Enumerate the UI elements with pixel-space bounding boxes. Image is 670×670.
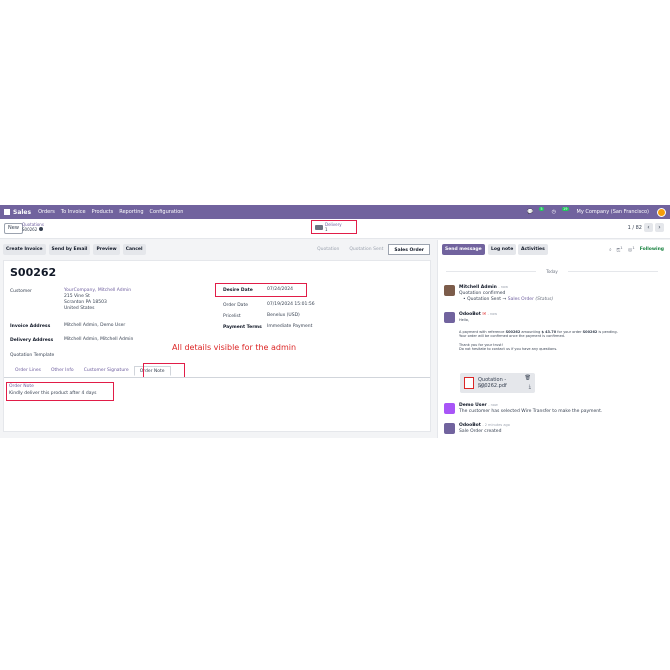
email-icon: ✉: [482, 312, 487, 317]
menu-to-invoice[interactable]: To Invoice: [61, 209, 86, 215]
message-text: The customer has selected Wire Transfer …: [459, 409, 603, 414]
customer-label: Customer: [10, 289, 32, 294]
app-name[interactable]: Sales: [13, 209, 31, 216]
stage-quotation[interactable]: Quotation: [312, 244, 344, 255]
cancel-button[interactable]: Cancel: [122, 244, 146, 255]
payment-terms-field[interactable]: Immediate Payment: [267, 324, 312, 330]
chat-icon[interactable]: 💬: [527, 209, 533, 215]
pricelist-field[interactable]: Benelux (USD): [267, 313, 300, 319]
avatar[interactable]: [444, 285, 455, 296]
stage-quotation-sent[interactable]: Quotation Sent: [344, 244, 388, 255]
breadcrumb: Quotations S00262: [22, 222, 44, 232]
menu-configuration[interactable]: Configuration: [150, 209, 184, 215]
order-date-field[interactable]: 07/19/2024 15:01:56: [267, 302, 315, 308]
delivery-address-label: Delivery Address: [10, 338, 54, 343]
pager-next-icon[interactable]: ›: [655, 223, 664, 232]
search-icon[interactable]: ⌕: [609, 247, 612, 253]
payment-terms-label: Payment Terms: [223, 325, 262, 330]
gear-icon[interactable]: [39, 227, 44, 231]
chatter-tools: ⌕ ⎘1 ☺1 Following: [609, 246, 664, 254]
tab-customer-signature[interactable]: Customer Signature: [79, 366, 134, 376]
delivery-smart-button[interactable]: Delivery 1: [315, 222, 342, 232]
message-author[interactable]: Mitchell Admin: [459, 285, 497, 290]
activity-clock-icon[interactable]: ◷: [552, 209, 556, 215]
top-navbar: Sales Orders To Invoice Products Reporti…: [0, 205, 670, 219]
preview-button[interactable]: Preview: [93, 244, 120, 255]
message-author[interactable]: OdooBot: [459, 312, 481, 317]
send-message-button[interactable]: Send message: [442, 244, 485, 255]
tab-divider: [4, 377, 430, 378]
create-invoice-button[interactable]: Create Invoice: [3, 244, 46, 255]
menu-reporting[interactable]: Reporting: [119, 209, 143, 215]
chat-count-badge: 5: [539, 207, 544, 211]
pdf-icon: [464, 377, 474, 389]
activity-count-badge: 19: [562, 207, 569, 211]
message-author[interactable]: Demo User: [459, 403, 487, 408]
chatter: Send message Log note Activities ⌕ ⎘1 ☺1…: [437, 240, 670, 438]
attachment-card[interactable]: Quotation - S00262.pdf PDF 🗑 ⤓: [460, 373, 535, 393]
annotation-box-tab: [143, 363, 185, 378]
odoobot-avatar[interactable]: [444, 312, 455, 323]
stage-sales-order[interactable]: Sales Order: [388, 244, 430, 255]
invoice-address-field[interactable]: Mitchell Admin, Demo User: [64, 323, 125, 329]
message-text: Sale Order created: [459, 429, 502, 434]
delivery-address-field[interactable]: Mitchell Admin, Mitchell Admin: [64, 337, 133, 343]
trash-icon[interactable]: 🗑: [525, 375, 531, 381]
menu-products[interactable]: Products: [92, 209, 114, 215]
customer-country: United States: [64, 306, 95, 311]
menu-orders[interactable]: Orders: [38, 209, 55, 215]
pager-previous-icon[interactable]: ‹: [644, 223, 653, 232]
odoobot-avatar[interactable]: [444, 423, 455, 434]
avatar[interactable]: [444, 403, 455, 414]
quotation-template-label: Quotation Template: [10, 353, 55, 358]
annotation-text: All details visible for the admin: [172, 343, 297, 352]
truck-icon: [315, 224, 323, 230]
attachment-icon[interactable]: ⎘1: [617, 246, 623, 254]
user-avatar[interactable]: [657, 207, 666, 217]
tab-other-info[interactable]: Other Info: [46, 366, 79, 376]
order-note-field[interactable]: Kindly deliver this product after 4 days: [9, 391, 96, 397]
tab-order-lines[interactable]: Order Lines: [10, 366, 46, 376]
form-sheet: S00262 Customer YourCompany, Mitchell Ad…: [3, 260, 431, 432]
following-button[interactable]: Following: [640, 247, 664, 252]
form-pane: Create Invoice Send by Email Preview Can…: [0, 240, 436, 438]
date-separator: Today: [438, 269, 666, 274]
activities-button[interactable]: Activities: [518, 244, 548, 255]
odoo-app: Sales Orders To Invoice Products Reporti…: [0, 205, 670, 438]
order-note-label: Order Note: [9, 384, 34, 389]
apps-menu-icon[interactable]: [4, 209, 10, 215]
message-author[interactable]: OdooBot: [459, 423, 481, 428]
action-buttons: Create Invoice Send by Email Preview Can…: [3, 244, 146, 255]
order-name: S00262: [10, 266, 57, 279]
pager-value: 1 / 82: [627, 224, 642, 231]
company-switcher[interactable]: My Company (San Francisco): [577, 209, 650, 215]
invoice-address-label: Invoice Address: [10, 324, 51, 329]
order-date-label: Order Date: [223, 303, 248, 308]
desire-date-field[interactable]: 07/24/2024: [267, 287, 293, 293]
download-icon[interactable]: ⤓: [529, 384, 531, 390]
pager: 1 / 82 ‹ ›: [628, 223, 664, 232]
new-button[interactable]: New: [4, 223, 23, 234]
status-bar: Quotation Quotation Sent Sales Order: [312, 244, 430, 255]
control-panel: New Quotations S00262 Delivery 1 1 / 82 …: [0, 219, 670, 239]
desire-date-label: Desire Date: [223, 288, 253, 293]
pricelist-label: Pricelist: [223, 314, 241, 319]
delivery-count: 1: [325, 227, 328, 232]
followers-icon[interactable]: ☺1: [628, 246, 635, 254]
log-note-button[interactable]: Log note: [488, 244, 517, 255]
send-by-email-button[interactable]: Send by Email: [48, 244, 91, 255]
breadcrumb-current: S00262: [22, 227, 38, 232]
